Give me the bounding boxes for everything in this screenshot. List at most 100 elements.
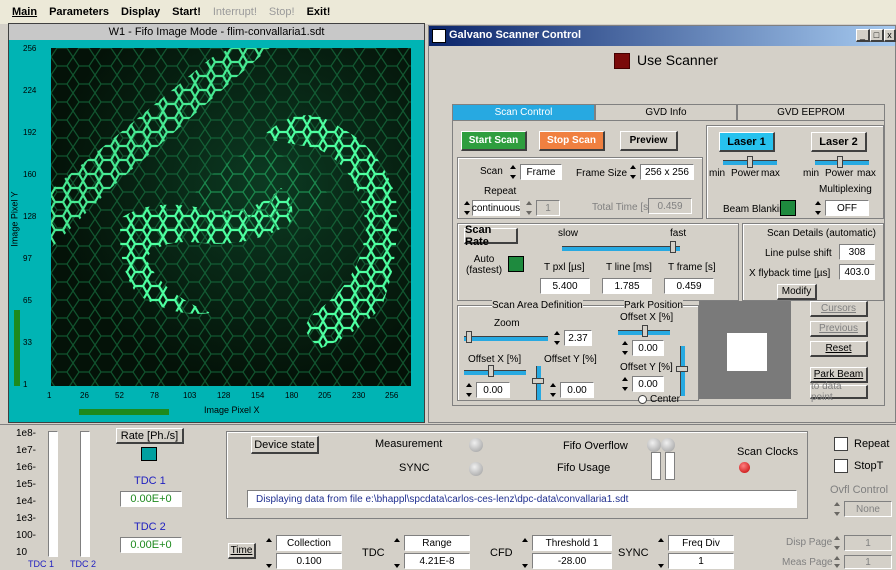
image-window-titlebar[interactable]: W1 - Fifo Image Mode - flim-convallaria1… bbox=[9, 24, 424, 40]
reset-button[interactable]: Reset bbox=[810, 341, 868, 357]
scan-rate-knob[interactable] bbox=[670, 241, 676, 253]
collection-spinner[interactable] bbox=[266, 537, 273, 569]
xflyback-field[interactable]: 403.0 bbox=[839, 264, 875, 280]
frame-size-spinner[interactable] bbox=[630, 164, 637, 180]
repeat-mode-field[interactable]: continuous bbox=[472, 200, 520, 216]
tab-gvd-eeprom[interactable]: GVD EEPROM bbox=[737, 104, 885, 120]
tab-gvd-info[interactable]: GVD Info bbox=[595, 104, 737, 120]
zoom-label: Zoom bbox=[494, 318, 520, 329]
modify-button[interactable]: Modify bbox=[777, 284, 817, 300]
tframe-field[interactable]: 0.459 bbox=[664, 278, 714, 294]
laser2-button[interactable]: Laser 2 bbox=[811, 132, 867, 152]
scan-details-title: Scan Details (automatic) bbox=[767, 228, 876, 239]
laser2-power-max: max bbox=[857, 168, 876, 179]
stop-scan-button[interactable]: Stop Scan bbox=[539, 131, 605, 151]
menu-exit[interactable]: Exit! bbox=[307, 6, 331, 18]
close-button[interactable]: x bbox=[884, 29, 896, 42]
menu-start[interactable]: Start! bbox=[172, 6, 201, 18]
cursors-button[interactable]: Cursors bbox=[810, 301, 868, 317]
menu-stop[interactable]: Stop! bbox=[269, 6, 295, 18]
offset-y-field[interactable]: 0.00 bbox=[560, 382, 594, 398]
repeat-spinner[interactable] bbox=[464, 200, 471, 216]
frame-size-field[interactable]: 256 x 256 bbox=[640, 164, 694, 180]
range-spinner[interactable] bbox=[394, 537, 401, 569]
line-pulse-shift-field[interactable]: 308 bbox=[839, 244, 875, 260]
repeat-checkbox[interactable] bbox=[834, 437, 848, 451]
device-state-button[interactable]: Device state bbox=[251, 436, 319, 454]
zoom-knob[interactable] bbox=[466, 331, 472, 343]
meas-page-field[interactable]: 1 bbox=[844, 555, 892, 569]
minimize-button[interactable]: _ bbox=[856, 29, 870, 42]
start-scan-button[interactable]: Start Scan bbox=[461, 131, 527, 151]
scan-area-preview[interactable] bbox=[699, 301, 791, 399]
threshold-value[interactable]: -28.00 bbox=[532, 553, 612, 569]
park-offset-y-spinner[interactable] bbox=[622, 376, 629, 392]
park-offset-x-field[interactable]: 0.00 bbox=[632, 340, 664, 356]
disp-page-field[interactable]: 1 bbox=[844, 535, 892, 551]
to-data-point-button[interactable]: to data point bbox=[810, 381, 868, 403]
repeat-count-spinner[interactable] bbox=[526, 200, 533, 216]
park-offset-y-knob[interactable] bbox=[676, 366, 688, 372]
fifo-usage-bar1 bbox=[651, 452, 661, 480]
fifo-overflow-led2 bbox=[661, 438, 675, 452]
zoom-spinner[interactable] bbox=[554, 330, 561, 346]
offset-y-knob[interactable] bbox=[532, 378, 544, 384]
scan-rate-group: Scan Rate slow fast Auto (fastest) T pxl … bbox=[457, 223, 739, 301]
scanner-titlebar[interactable]: Galvano Scanner Control _ □ x bbox=[429, 26, 896, 46]
tpxl-field[interactable]: 5.400 bbox=[540, 278, 590, 294]
park-offset-y-field[interactable]: 0.00 bbox=[632, 376, 664, 392]
scan-mode-field[interactable]: Frame bbox=[520, 164, 562, 180]
zoom-slider[interactable] bbox=[464, 336, 548, 341]
offset-x-spinner[interactable] bbox=[466, 382, 473, 398]
menu-interrupt[interactable]: Interrupt! bbox=[213, 6, 257, 18]
beam-blanking-led[interactable] bbox=[780, 200, 796, 216]
offset-x-field[interactable]: 0.00 bbox=[476, 382, 510, 398]
rate-button[interactable]: Rate [Ph./s] bbox=[116, 428, 184, 444]
multiplexing-field[interactable]: OFF bbox=[825, 200, 869, 216]
meas-page-spinner[interactable] bbox=[834, 555, 841, 569]
frame-size-label: Frame Size bbox=[576, 168, 628, 179]
use-scanner-led[interactable] bbox=[614, 53, 630, 69]
menu-display[interactable]: Display bbox=[121, 6, 160, 18]
disp-page-spinner[interactable] bbox=[834, 535, 841, 551]
laser2-power-label: Power bbox=[825, 168, 854, 179]
tpxl-label: T pxl [µs] bbox=[544, 262, 585, 273]
laser2-power-knob[interactable] bbox=[837, 156, 843, 168]
ovfl-control-spinner[interactable] bbox=[834, 501, 841, 517]
menu-parameters[interactable]: Parameters bbox=[49, 6, 109, 18]
previous-button[interactable]: Previous bbox=[810, 321, 868, 337]
tab-scan-control[interactable]: Scan Control bbox=[452, 104, 595, 120]
tab-panel: Start Scan Stop Scan Preview Scan Frame … bbox=[452, 120, 885, 406]
stopt-checkbox[interactable] bbox=[834, 459, 848, 473]
center-radio[interactable] bbox=[638, 395, 647, 404]
offset-y-spinner[interactable] bbox=[550, 382, 557, 398]
laser1-button[interactable]: Laser 1 bbox=[719, 132, 775, 152]
multiplexing-spinner[interactable] bbox=[815, 200, 822, 216]
offset-x-knob[interactable] bbox=[488, 365, 494, 377]
offset-x-slider[interactable] bbox=[464, 370, 526, 375]
auto-fastest-led[interactable] bbox=[508, 256, 524, 272]
maximize-button[interactable]: □ bbox=[870, 29, 884, 42]
freq-div-value[interactable]: 1 bbox=[668, 553, 734, 569]
scan-spinner[interactable] bbox=[510, 164, 517, 180]
repeat-count-field[interactable]: 1 bbox=[536, 200, 560, 216]
tdc1-label: TDC 1 bbox=[134, 475, 166, 487]
range-value[interactable]: 4.21E-8 bbox=[404, 553, 470, 569]
threshold-spinner[interactable] bbox=[522, 537, 529, 569]
zoom-field[interactable]: 2.37 bbox=[564, 330, 592, 346]
park-offset-x-knob[interactable] bbox=[642, 325, 648, 337]
freq-div-spinner[interactable] bbox=[658, 537, 665, 569]
time-button[interactable]: Time bbox=[228, 543, 256, 559]
tline-field[interactable]: 1.785 bbox=[602, 278, 652, 294]
menu-main[interactable]: Main bbox=[12, 6, 37, 18]
scan-rate-slider[interactable] bbox=[562, 246, 680, 251]
ovfl-control-field[interactable]: None bbox=[844, 501, 892, 517]
xflyback-label: X flyback time [µs] bbox=[749, 268, 831, 279]
laser1-power-knob[interactable] bbox=[747, 156, 753, 168]
fluorescence-image[interactable] bbox=[51, 48, 411, 386]
preview-button[interactable]: Preview bbox=[620, 131, 678, 151]
meas-page-label: Meas Page bbox=[782, 557, 833, 568]
park-offset-x-spinner[interactable] bbox=[622, 340, 629, 356]
scan-area-marker[interactable] bbox=[727, 333, 767, 371]
collection-value[interactable]: 0.100 bbox=[276, 553, 342, 569]
